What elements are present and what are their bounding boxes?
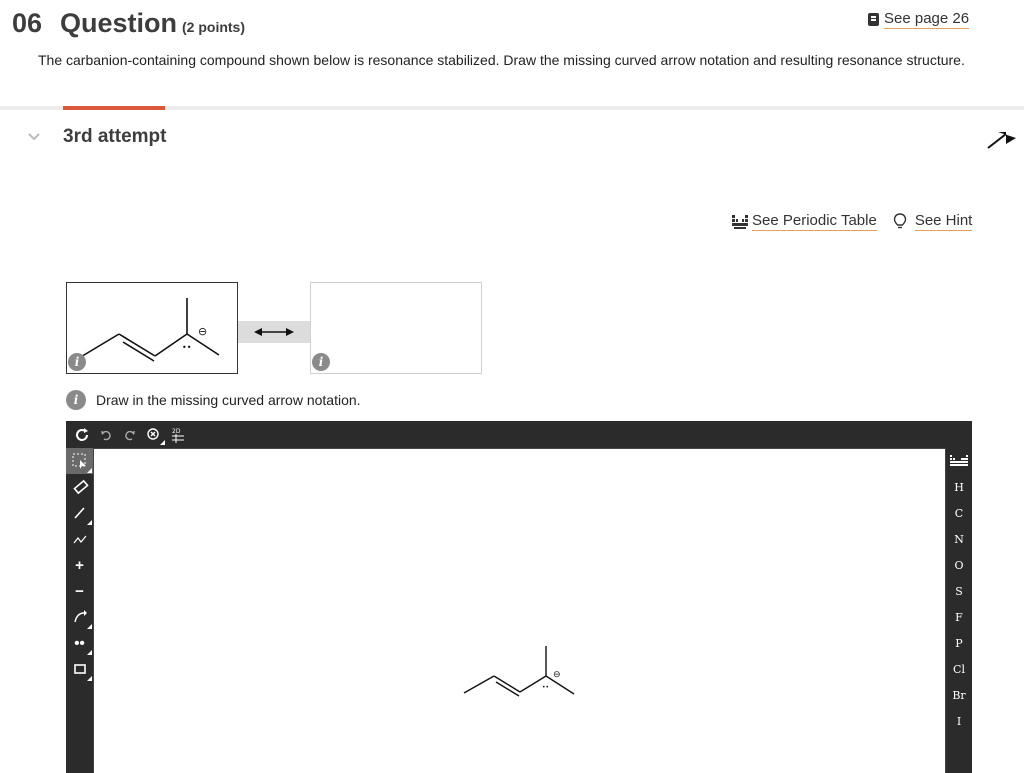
info-icon: i <box>66 390 86 410</box>
eraser-tool[interactable] <box>66 474 93 500</box>
element-button[interactable]: Cl <box>946 656 972 682</box>
attempt-label: 3rd attempt <box>63 126 167 147</box>
structure-editor: 2D + − •• ⊖ •• H C N O S F P Cl Br I <box>66 421 972 773</box>
question-header: 06 Question (2 points) See page 26 The c… <box>0 0 1024 108</box>
question-title: Question <box>60 8 178 38</box>
element-button[interactable]: I <box>946 708 972 734</box>
refresh-icon <box>76 427 88 441</box>
collapse-chevron-icon[interactable] <box>27 130 41 144</box>
rectangle-icon <box>73 664 86 674</box>
question-number: 06 <box>12 8 43 38</box>
eraser-icon <box>72 479 89 495</box>
element-button[interactable]: F <box>946 604 972 630</box>
editor-left-toolbar: + − •• <box>66 448 93 682</box>
see-page-label: See page 26 <box>884 10 970 29</box>
refresh-button[interactable] <box>70 424 94 446</box>
single-bond-icon <box>73 507 85 519</box>
2d-button[interactable]: 2D <box>166 424 190 446</box>
curved-arrow-icon <box>73 610 87 623</box>
canvas-structure: ⊖ •• <box>463 646 575 697</box>
chain-icon <box>73 535 86 544</box>
zoom-button[interactable] <box>142 424 166 446</box>
drawing-canvas[interactable]: ⊖ •• <box>93 448 946 773</box>
info-icon[interactable]: i <box>312 353 330 371</box>
draw-instructions: Draw in the missing curved arrow notatio… <box>96 392 361 408</box>
carbanion-structure: ⊖ •• <box>78 298 220 362</box>
periodic-table-link[interactable]: See Periodic Table <box>732 212 877 231</box>
resonance-arrow-icon <box>254 328 294 336</box>
periodic-table-icon <box>950 455 968 466</box>
periodic-table-icon <box>732 214 748 229</box>
element-button[interactable]: Br <box>946 682 972 708</box>
redo-button[interactable] <box>118 424 142 446</box>
element-button[interactable]: H <box>946 474 972 500</box>
lightbulb-icon <box>893 213 907 229</box>
2d-label: 2D <box>172 428 181 435</box>
resource-links: See Periodic Table See Hint <box>732 212 988 231</box>
select-tool[interactable] <box>66 448 93 474</box>
question-prompt: The carbanion-containing compound shown … <box>38 52 965 68</box>
2d-icon: 2D <box>172 428 184 443</box>
positive-charge-tool[interactable]: + <box>66 552 93 578</box>
element-button[interactable]: C <box>946 500 972 526</box>
resonance-structure-box <box>310 282 482 374</box>
lone-pair-dots: •• <box>182 343 191 352</box>
question-points: (2 points) <box>182 19 245 35</box>
redo-icon <box>125 430 135 440</box>
bond-tool[interactable] <box>66 500 93 526</box>
zoom-icon <box>147 427 159 440</box>
element-button[interactable]: N <box>946 526 972 552</box>
hint-link[interactable]: See Hint <box>893 212 973 231</box>
lone-pair-tool[interactable]: •• <box>66 630 93 656</box>
hint-label: See Hint <box>914 212 973 231</box>
lone-pair-dots: •• <box>542 684 549 691</box>
book-icon <box>868 13 879 26</box>
undo-button[interactable] <box>94 424 118 446</box>
see-page-link[interactable]: See page 26 <box>868 10 970 29</box>
resonance-arrow-box <box>238 321 310 343</box>
marquee-select-icon <box>72 453 86 469</box>
element-button[interactable]: S <box>946 578 972 604</box>
negative-charge-symbol: ⊖ <box>553 670 561 680</box>
element-button[interactable]: O <box>946 552 972 578</box>
expand-arrow-icon[interactable] <box>984 126 1018 152</box>
given-structure-box: ⊖ •• <box>66 282 238 374</box>
undo-icon <box>101 430 111 440</box>
element-button[interactable]: P <box>946 630 972 656</box>
periodic-table-label: See Periodic Table <box>752 212 877 231</box>
editor-top-toolbar: 2D <box>66 421 972 448</box>
curved-arrow-tool[interactable] <box>66 604 93 630</box>
info-icon[interactable]: i <box>68 353 86 371</box>
shape-tool[interactable] <box>66 656 93 682</box>
active-tab-indicator <box>63 106 165 110</box>
periodic-table-button[interactable] <box>946 448 972 474</box>
negative-charge-symbol: ⊖ <box>198 325 207 338</box>
chain-tool[interactable] <box>66 526 93 552</box>
element-palette: H C N O S F P Cl Br I <box>946 448 972 734</box>
negative-charge-tool[interactable]: − <box>66 578 93 604</box>
